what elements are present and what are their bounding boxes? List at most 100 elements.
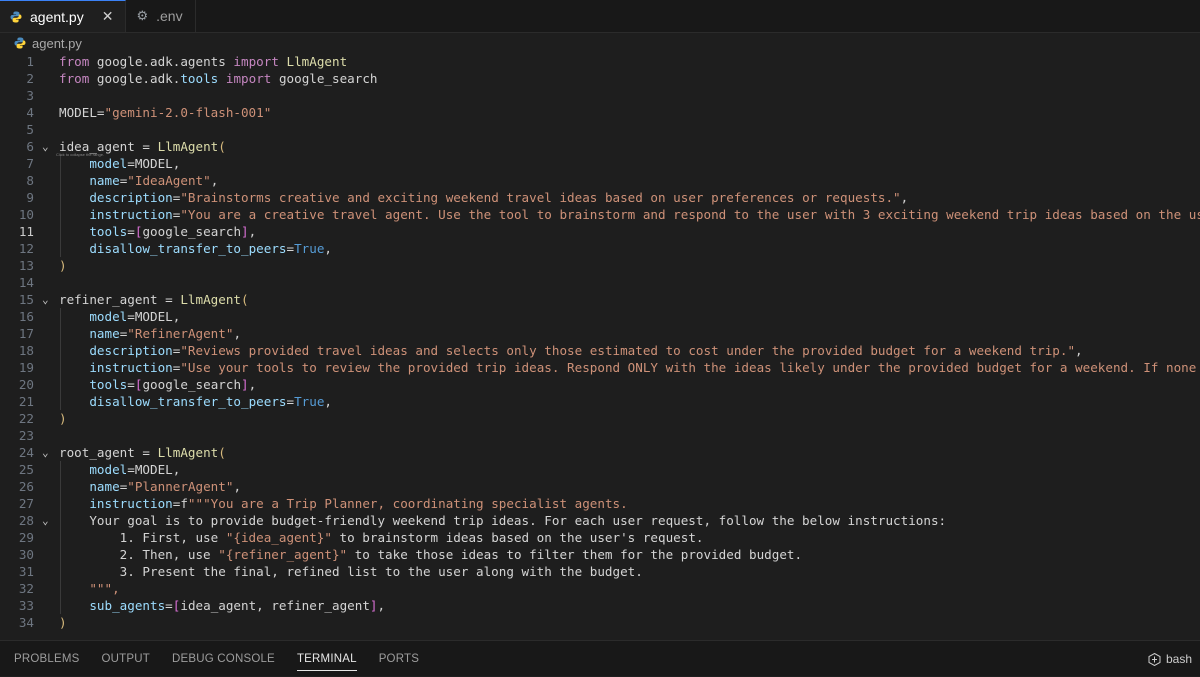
line-number: 10 bbox=[18, 207, 34, 222]
line-number: 24 bbox=[18, 445, 34, 460]
code-line[interactable]: 7 model=MODEL, bbox=[0, 155, 1200, 172]
line-number: 6 bbox=[26, 139, 34, 154]
line-number: 12 bbox=[18, 241, 34, 256]
code-line[interactable]: 27 instruction=f"""You are a Trip Planne… bbox=[0, 495, 1200, 512]
code-line[interactable]: 5 bbox=[0, 121, 1200, 138]
line-number: 18 bbox=[18, 343, 34, 358]
code-text: 1. First, use "{idea_agent}" to brainsto… bbox=[59, 530, 704, 545]
code-text: Your goal is to provide budget-friendly … bbox=[59, 513, 947, 528]
code-line[interactable]: 34) bbox=[0, 614, 1200, 631]
code-line[interactable]: 2 from google.adk.tools import google_sea… bbox=[0, 70, 1200, 87]
code-text: name="PlannerAgent", bbox=[89, 479, 242, 494]
close-icon[interactable]: ✕ bbox=[102, 8, 114, 25]
line-number: 9 bbox=[26, 190, 34, 205]
line-number: 15 bbox=[18, 292, 34, 307]
code-line[interactable]: 14 bbox=[0, 274, 1200, 291]
line-number: 30 bbox=[18, 547, 34, 562]
tab-env[interactable]: ⚙ .env bbox=[126, 0, 196, 32]
code-line[interactable]: 20 tools=[google_search], bbox=[0, 376, 1200, 393]
code-text: 2. Then, use "{refiner_agent}" to take t… bbox=[59, 547, 803, 562]
tab-label: .env bbox=[156, 8, 183, 24]
code-line[interactable]: 33 sub_agents=[idea_agent, refiner_agent… bbox=[0, 597, 1200, 614]
code-line[interactable]: 23 bbox=[0, 427, 1200, 444]
line-number: 8 bbox=[26, 173, 34, 188]
tab-problems[interactable]: PROBLEMS bbox=[0, 641, 91, 677]
code-text: disallow_transfer_to_peers=True, bbox=[89, 241, 333, 256]
line-number: 23 bbox=[18, 428, 34, 443]
python-file-icon bbox=[14, 37, 26, 49]
code-line[interactable]: 29 1. First, use "{idea_agent}" to brain… bbox=[0, 529, 1200, 546]
breadcrumb-file[interactable]: agent.py bbox=[32, 36, 82, 51]
code-text: tools=[google_search], bbox=[89, 377, 257, 392]
code-line[interactable]: 4 MODEL="gemini-2.0-flash-001" bbox=[0, 104, 1200, 121]
code-line[interactable]: 24 ⌄ root_agent = LlmAgent( bbox=[0, 444, 1200, 461]
code-text: description="Reviews provided travel ide… bbox=[89, 343, 1083, 358]
line-number: 33 bbox=[18, 598, 34, 613]
code-line[interactable]: 25 model=MODEL, bbox=[0, 461, 1200, 478]
code-line[interactable]: 22) bbox=[0, 410, 1200, 427]
terminal-shell-selector[interactable]: bash bbox=[1148, 641, 1192, 677]
code-line[interactable]: 19 instruction="Use your tools to review… bbox=[0, 359, 1200, 376]
fold-chevron-icon[interactable]: ⌄ bbox=[42, 291, 49, 308]
line-number: 22 bbox=[18, 411, 34, 426]
tab-ports[interactable]: PORTS bbox=[368, 641, 430, 677]
code-text: name="IdeaAgent", bbox=[89, 173, 219, 188]
code-line[interactable]: 28 ⌄ Your goal is to provide budget-frien… bbox=[0, 512, 1200, 529]
code-text: 3. Present the final, refined list to th… bbox=[59, 564, 643, 579]
code-line[interactable]: 32 """, bbox=[0, 580, 1200, 597]
code-line[interactable]: 15 ⌄ refiner_agent = LlmAgent( bbox=[0, 291, 1200, 308]
code-text: name="RefinerAgent", bbox=[89, 326, 242, 341]
code-line[interactable]: 13) bbox=[0, 257, 1200, 274]
line-number: 29 bbox=[18, 530, 34, 545]
line-number: 34 bbox=[18, 615, 34, 630]
code-text: instruction=f"""You are a Trip Planner, … bbox=[89, 496, 628, 511]
code-line[interactable]: 12 disallow_transfer_to_peers=True, bbox=[0, 240, 1200, 257]
code-text: root_agent = LlmAgent( bbox=[59, 445, 226, 460]
line-number: 31 bbox=[18, 564, 34, 579]
code-line[interactable]: 10 instruction="You are a creative trave… bbox=[0, 206, 1200, 223]
code-editor[interactable]: 1 from google.adk.agents import LlmAgent 2… bbox=[0, 53, 1200, 636]
line-number: 25 bbox=[18, 462, 34, 477]
code-line[interactable]: 1 from google.adk.agents import LlmAgent bbox=[0, 53, 1200, 70]
code-line[interactable]: 3 bbox=[0, 87, 1200, 104]
code-line[interactable]: 21 disallow_transfer_to_peers=True, bbox=[0, 393, 1200, 410]
tab-output[interactable]: OUTPUT bbox=[91, 641, 161, 677]
line-number: 20 bbox=[18, 377, 34, 392]
code-line[interactable]: 31 3. Present the final, refined list to… bbox=[0, 563, 1200, 580]
fold-chevron-icon[interactable]: ⌄ bbox=[42, 138, 49, 155]
tab-debug-console[interactable]: DEBUG CONSOLE bbox=[161, 641, 286, 677]
fold-chevron-icon[interactable]: ⌄ bbox=[42, 512, 49, 529]
tab-terminal[interactable]: TERMINAL bbox=[286, 641, 368, 677]
code-text: ) bbox=[59, 411, 67, 426]
line-number: 32 bbox=[18, 581, 34, 596]
fold-tooltip: Click to collapse the range. bbox=[56, 152, 105, 157]
code-line[interactable]: 9 description="Brainstorms creative and … bbox=[0, 189, 1200, 206]
line-number: 2 bbox=[26, 71, 34, 86]
code-line[interactable]: 16 model=MODEL, bbox=[0, 308, 1200, 325]
code-text: """, bbox=[89, 581, 120, 596]
code-line[interactable]: 8 name="IdeaAgent", bbox=[0, 172, 1200, 189]
code-line[interactable]: 30 2. Then, use "{refiner_agent}" to tak… bbox=[0, 546, 1200, 563]
code-line[interactable]: 26 name="PlannerAgent", bbox=[0, 478, 1200, 495]
panel-tab-bar: PROBLEMS OUTPUT DEBUG CONSOLE TERMINAL P… bbox=[0, 640, 1200, 676]
code-line[interactable]: 18 description="Reviews provided travel … bbox=[0, 342, 1200, 359]
code-text: from google.adk.tools import google_sear… bbox=[59, 71, 378, 86]
fold-chevron-icon[interactable]: ⌄ bbox=[42, 444, 49, 461]
line-number: 7 bbox=[26, 156, 34, 171]
code-text: model=MODEL, bbox=[89, 309, 181, 324]
code-line[interactable]: 11 tools=[google_search], bbox=[0, 223, 1200, 240]
line-number: 4 bbox=[26, 105, 34, 120]
editor-tab-bar: agent.py ✕ ⚙ .env bbox=[0, 0, 1200, 33]
line-number: 28 bbox=[18, 513, 34, 528]
code-text: sub_agents=[idea_agent, refiner_agent], bbox=[89, 598, 386, 613]
line-number: 16 bbox=[18, 309, 34, 324]
line-number: 3 bbox=[26, 88, 34, 103]
line-number: 5 bbox=[26, 122, 34, 137]
code-text: refiner_agent = LlmAgent( bbox=[59, 292, 249, 307]
tab-agent-py[interactable]: agent.py ✕ bbox=[0, 0, 127, 32]
code-text: tools=[google_search], bbox=[89, 224, 257, 239]
gear-icon: ⚙ bbox=[136, 8, 149, 23]
code-line[interactable]: 6 ⌄ idea_agent = LlmAgent( bbox=[0, 138, 1200, 155]
code-line[interactable]: 17 name="RefinerAgent", bbox=[0, 325, 1200, 342]
code-text: instruction="Use your tools to review th… bbox=[89, 360, 1197, 375]
